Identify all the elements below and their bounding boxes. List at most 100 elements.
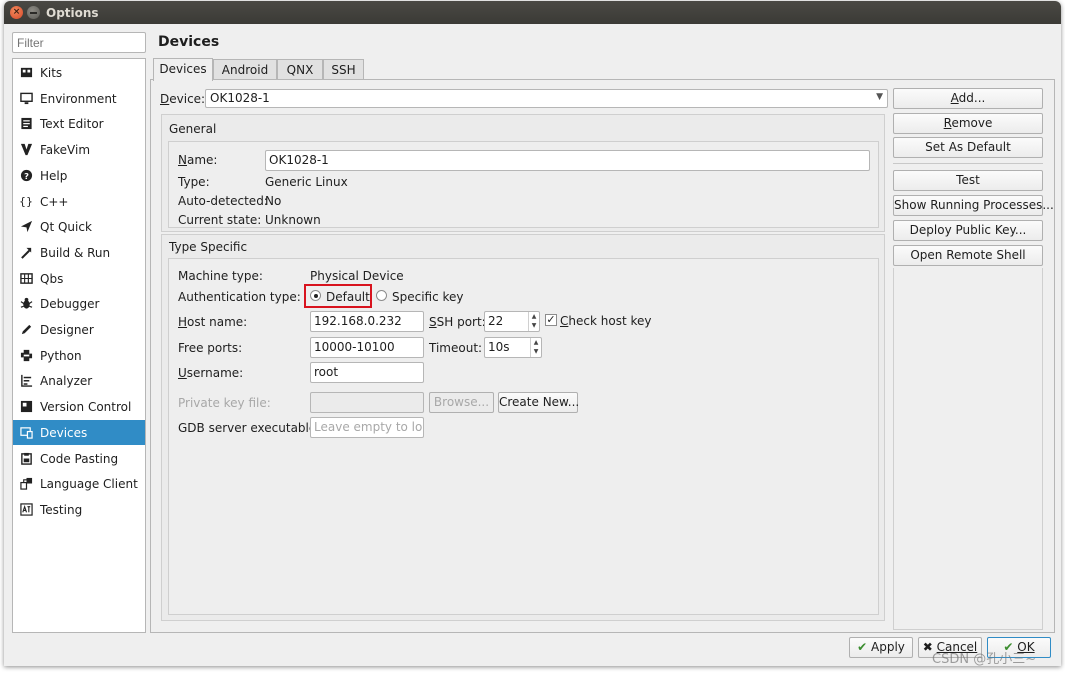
check-host-key-label[interactable]: Check host key [560,314,651,328]
create-new-button[interactable]: Create New... [498,392,579,413]
tab-devices[interactable]: Devices [153,58,213,81]
sidebar-item-label: Environment [40,91,117,106]
ssh-port-label: SSH port: [429,315,486,329]
auth-default-label[interactable]: Default [326,290,370,304]
deploy-public-key-button[interactable]: Deploy Public Key... [893,220,1043,241]
sidebar-item-label: Designer [40,322,94,337]
text-editor-icon [19,117,33,131]
sidebar-item-help[interactable]: ? Help [13,163,145,188]
type-label: Type: [178,175,210,189]
remove-button[interactable]: Remove [893,113,1043,134]
device-select-value: OK1028-1 [210,91,270,105]
private-key-field[interactable] [310,392,424,413]
sidebar-item-label: Debugger [40,296,100,311]
minimize-icon[interactable] [27,6,40,19]
sidebar-item-environment[interactable]: Environment [13,86,145,111]
sidebar-item-code-pasting[interactable]: Code Pasting [13,446,145,471]
bug-icon [19,297,33,311]
sidebar-item-cpp[interactable]: {} C++ [13,189,145,214]
free-ports-field[interactable]: 10000-10100 [310,337,424,358]
host-name-field[interactable]: 192.168.0.232 [310,311,424,332]
sidebar-item-python[interactable]: Python [13,343,145,368]
sidebar-item-build-run[interactable]: Build & Run [13,240,145,265]
set-as-default-button[interactable]: Set As Default [893,137,1043,158]
type-specific-title: Type Specific [169,240,248,254]
designer-pen-icon [19,323,33,337]
timeout-stepper[interactable]: 10s ▲ ▼ [484,337,542,358]
sidebar-item-text-editor[interactable]: Text Editor [13,111,145,136]
sidebar-item-version-control[interactable]: Version Control [13,394,145,419]
show-running-processes-button[interactable]: Show Running Processes... [893,195,1054,216]
username-field[interactable]: root [310,362,424,383]
tab-qnx[interactable]: QNX [277,59,323,80]
apply-button[interactable]: ✔ Apply [849,637,913,658]
machine-type-label: Machine type: [178,269,263,283]
gdb-server-field[interactable]: Leave empty to lo... [310,417,424,438]
tab-ssh[interactable]: SSH [323,59,364,80]
sidebar-item-fakevim[interactable]: FakeVim [13,137,145,162]
auth-default-radio[interactable] [310,290,321,301]
sidebar-item-label: C++ [40,194,69,209]
braces-icon: {} [19,195,33,208]
code-pasting-icon [19,452,33,466]
open-remote-shell-button[interactable]: Open Remote Shell [893,245,1043,266]
analyzer-icon [19,374,33,388]
timeout-label: Timeout: [429,341,483,355]
filter-input[interactable] [12,32,146,53]
sidebar-item-analyzer[interactable]: Analyzer [13,368,145,393]
spin-arrows-icon[interactable]: ▲ ▼ [530,338,541,357]
title-bar: × Options [4,1,1061,24]
version-control-icon [19,400,33,414]
auth-type-label: Authentication type: [178,290,301,304]
window-title: Options [46,6,99,20]
qbs-icon [19,272,33,286]
sidebar-item-testing[interactable]: Testing [13,497,145,522]
sidebar-item-label: Devices [40,425,88,440]
sidebar-item-label: Kits [40,65,63,80]
build-run-icon [19,246,33,260]
python-icon [19,349,33,363]
general-group: General Name: OK1028-1 Type: Generic Lin… [161,114,885,232]
sidebar-item-label: FakeVim [40,142,91,157]
sidebar-item-label: Help [40,168,68,183]
tab-android[interactable]: Android [213,59,277,80]
device-select[interactable]: OK1028-1 ▼ [205,89,888,108]
testing-icon [19,503,33,517]
sidebar-item-qbs[interactable]: Qbs [13,266,145,291]
name-label: Name: [178,153,218,167]
language-client-icon [19,477,33,491]
kits-icon [19,66,33,80]
sidebar-item-label: Text Editor [40,116,104,131]
sidebar-item-label: Build & Run [40,245,111,260]
spin-arrows-icon[interactable]: ▲ ▼ [528,312,539,331]
check-host-key-checkbox[interactable]: ✓ [545,314,557,326]
qt-quick-icon [19,220,33,234]
options-window: × Options Kits Environment Text Editor F… [4,1,1061,666]
auth-specific-key-label[interactable]: Specific key [392,290,464,304]
type-value: Generic Linux [265,175,348,189]
sidebar-item-devices[interactable]: Devices [13,420,145,445]
ssh-port-stepper[interactable]: 22 ▲ ▼ [484,311,540,332]
auth-specific-key-radio[interactable] [376,290,387,301]
type-specific-fields: Machine type: Physical Device Authentica… [168,258,879,615]
sidebar-item-label: Code Pasting [40,451,119,466]
name-field[interactable]: OK1028-1 [265,150,870,171]
sidebar-item-qt-quick[interactable]: Qt Quick [13,214,145,239]
close-icon[interactable]: × [10,6,23,19]
chevron-down-icon: ▼ [876,92,883,102]
sidebar-item-language-client[interactable]: Language Client [13,471,145,496]
sidebar-item-designer[interactable]: Designer [13,317,145,342]
gdb-server-placeholder: Leave empty to lo... [314,420,424,434]
monitor-icon [19,92,33,106]
sidebar-item-debugger[interactable]: Debugger [13,291,145,316]
test-button[interactable]: Test [893,170,1043,191]
sidebar-item-kits[interactable]: Kits [13,60,145,85]
type-specific-group: Type Specific Machine type: Physical Dev… [161,234,885,621]
auto-detected-value: No [265,194,282,208]
add-button[interactable]: Add... [893,88,1043,109]
svg-text:?: ? [24,171,29,181]
browse-button[interactable]: Browse... [429,392,494,413]
fakevim-icon [19,143,33,157]
devices-tab-panel: Device: OK1028-1 ▼ General Name: OK1028-… [150,79,1055,633]
current-state-label: Current state: [178,213,262,227]
